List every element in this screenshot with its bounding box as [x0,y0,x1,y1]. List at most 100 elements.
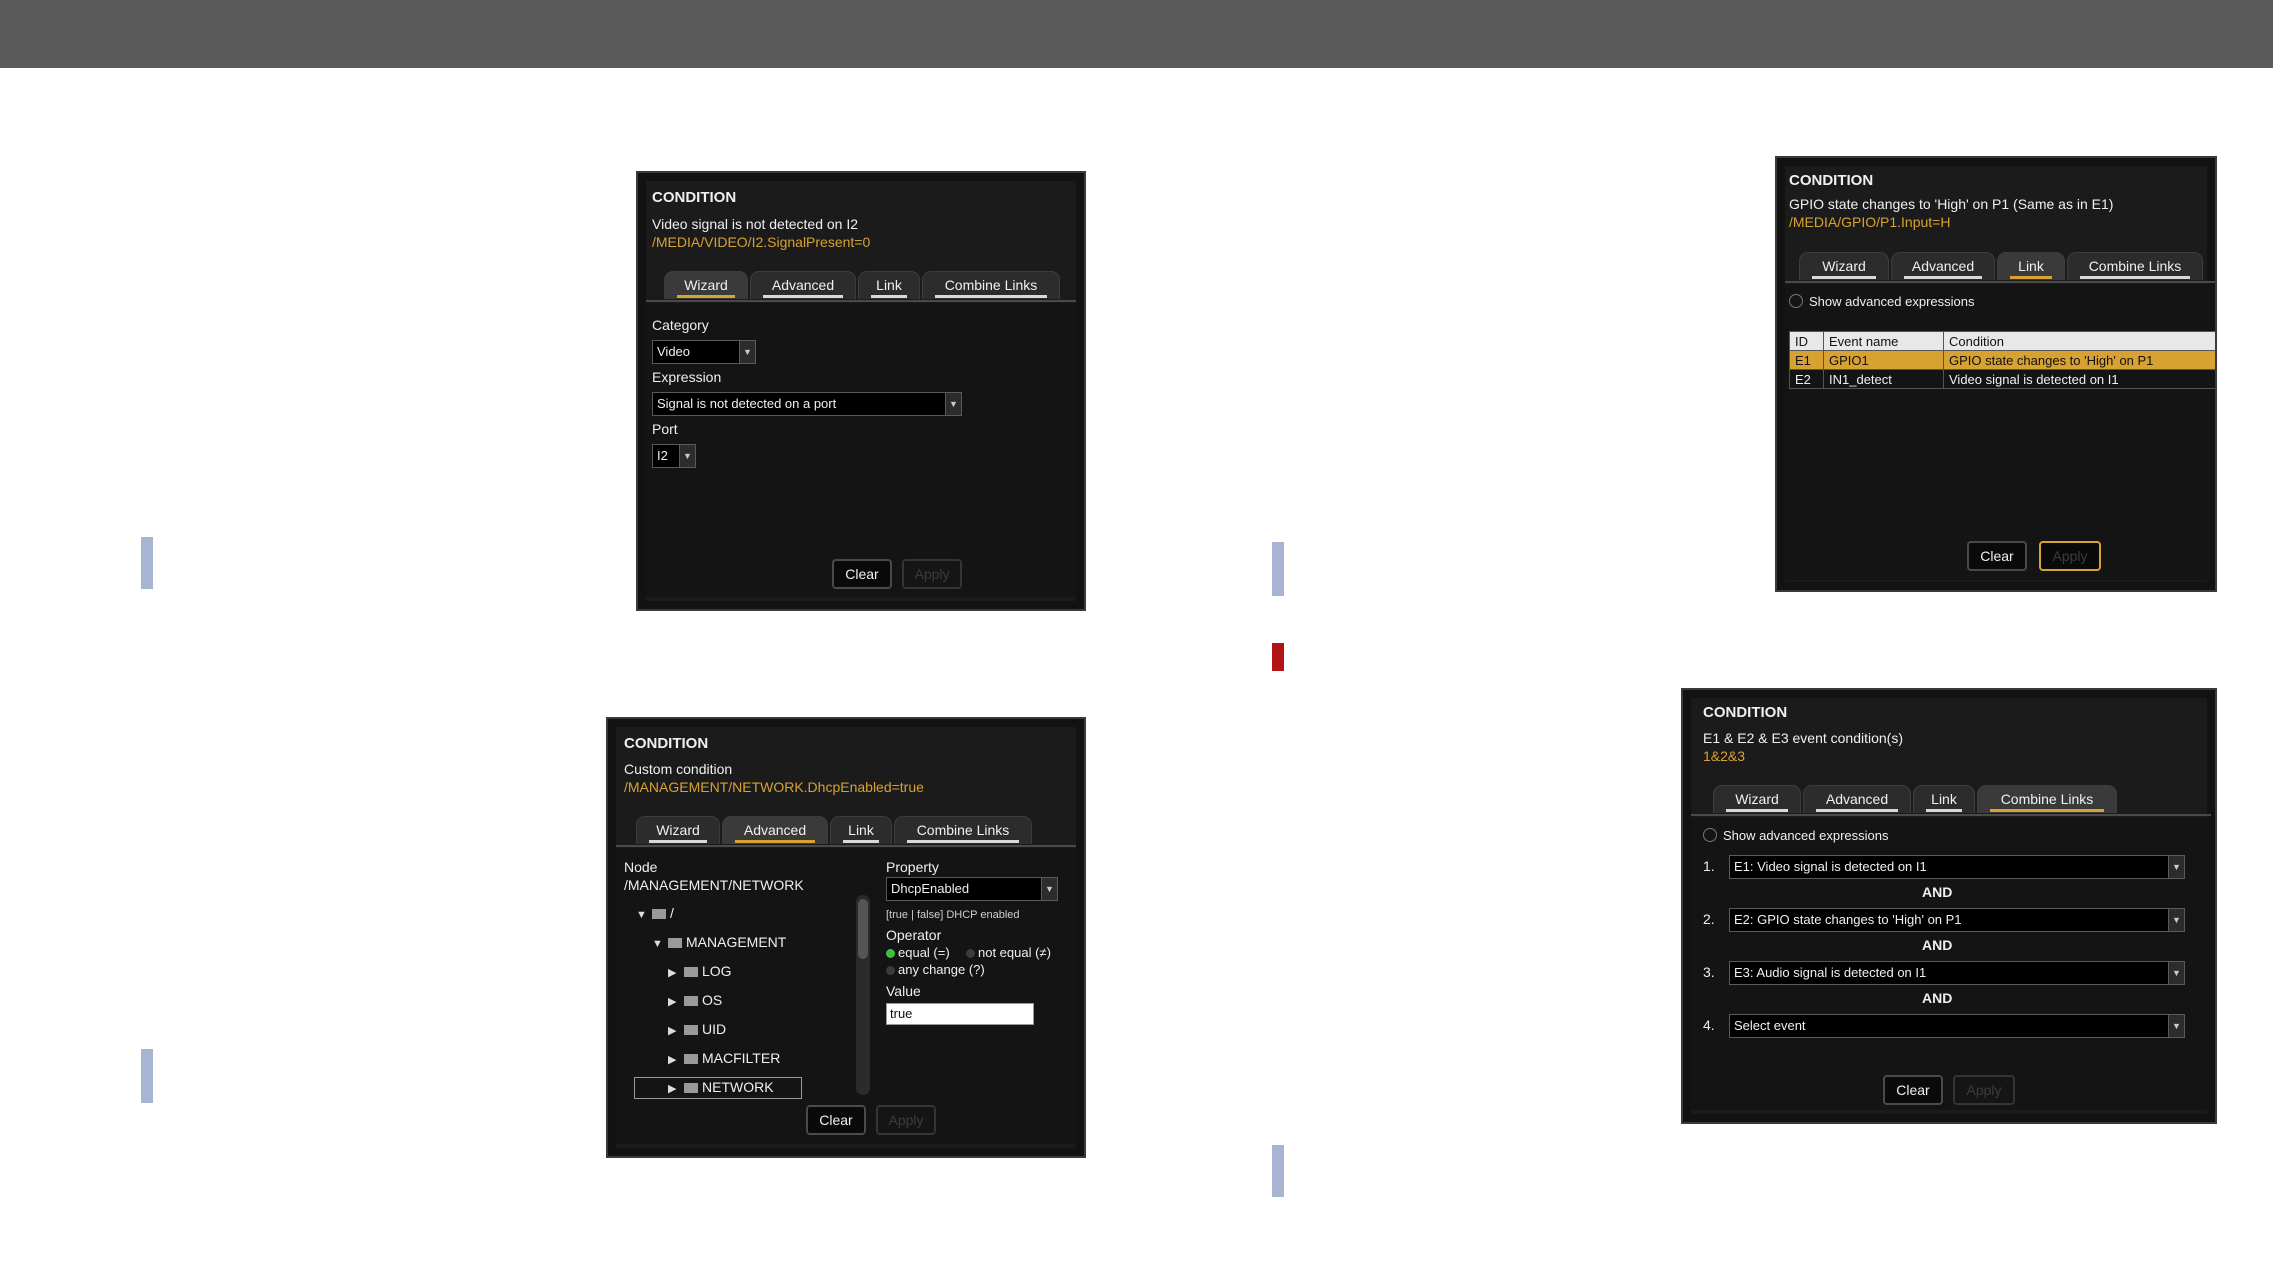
tree-node[interactable]: ▼ MANAGEMENT [652,934,786,950]
collapse-arrow-icon[interactable]: ▶ [668,1082,680,1095]
tab-combine-links[interactable]: Combine Links [894,816,1032,844]
checkbox-icon [1703,828,1717,842]
table-cell: E1 [1789,350,1824,370]
chevron-down-icon: ▼ [1041,878,1057,900]
and-operator: AND [1922,937,1953,953]
tab-label: Advanced [1825,791,1889,807]
clear-button[interactable]: Clear [1883,1075,1943,1105]
expand-arrow-icon[interactable]: ▼ [652,938,664,950]
tab-advanced[interactable]: Advanced [1803,785,1911,813]
tab-link[interactable]: Link [1913,785,1975,813]
apply-button[interactable]: Apply [2039,541,2101,571]
show-advanced-checkbox[interactable]: Show advanced expressions [1789,294,1975,309]
tab-underline [763,295,843,298]
event-select[interactable]: E3: Audio signal is detected on I1 ▼ [1729,961,2185,985]
column-header: ID [1789,331,1824,351]
expression-label: Expression [652,369,722,385]
select-value: Video [657,344,691,359]
tree-scrollbar[interactable] [856,895,870,1095]
tab-link[interactable]: Link [858,271,920,299]
tab-label: Combine Links [944,277,1038,293]
checkbox-label: Show advanced expressions [1723,828,1889,843]
tree-node[interactable]: ▶ OS [668,992,722,1008]
collapse-arrow-icon[interactable]: ▶ [668,995,680,1008]
chevron-down-icon: ▼ [2168,909,2184,931]
clear-button[interactable]: Clear [806,1105,866,1135]
tree-node[interactable]: ▶ NETWORK [668,1079,774,1095]
tab-underline [677,295,735,298]
apply-button[interactable]: Apply [1953,1075,2015,1105]
tab-advanced[interactable]: Advanced [722,816,828,844]
tree-node[interactable]: ▶ LOG [668,963,732,979]
value-input[interactable]: true [886,1003,1034,1025]
tab-label: Combine Links [2088,258,2182,274]
port-select[interactable]: I2 ▼ [652,444,696,468]
panel-title: CONDITION [1703,704,1788,721]
tree-node-label: MANAGEMENT [686,934,787,950]
tab-wizard[interactable]: Wizard [1713,785,1801,813]
checkbox-label: Show advanced expressions [1809,294,1975,309]
table-row[interactable]: E2 IN1_detect Video signal is detected on … [1789,369,2215,389]
condition-panel-combine-links: CONDITION E1 & E2 & E3 event condition(s… [1681,688,2217,1124]
collapse-arrow-icon[interactable]: ▶ [668,966,680,979]
tab-wizard[interactable]: Wizard [636,816,720,844]
tab-label: Advanced [771,277,835,293]
tree-node[interactable]: ▼ / [636,905,674,921]
tab-underline [2080,276,2190,279]
tab-wizard[interactable]: Wizard [664,271,748,299]
tab-combine-links[interactable]: Combine Links [922,271,1060,299]
apply-button[interactable]: Apply [876,1105,936,1135]
tab-underline [1904,276,1982,279]
tab-underline [1926,809,1962,812]
expand-arrow-icon[interactable]: ▼ [636,909,648,921]
operator-any-change-radio[interactable]: any change (?) [886,962,985,977]
event-select[interactable]: E2: GPIO state changes to 'High' on P1 ▼ [1729,908,2185,932]
tab-wizard[interactable]: Wizard [1799,252,1889,280]
tab-advanced[interactable]: Advanced [1891,252,1995,280]
operator-equal-radio[interactable]: equal (=) [886,945,950,960]
note-marker [1272,1145,1284,1197]
tab-label: Link [2018,258,2044,274]
tab-label: Link [1931,791,1957,807]
tree-node-label: OS [702,992,723,1008]
event-select[interactable]: Select event ▼ [1729,1014,2185,1038]
tree-node[interactable]: ▶ MACFILTER [668,1050,780,1066]
table-cell: Video signal is detected on I1 [1943,369,2215,389]
radio-icon [966,949,975,959]
tab-label: Wizard [1735,791,1779,807]
condition-path: /MANAGEMENT/NETWORK.DhcpEnabled=true [624,779,924,795]
property-select[interactable]: DhcpEnabled ▼ [886,877,1058,901]
table-row[interactable]: E1 GPIO1 GPIO state changes to 'High' on P… [1789,350,2215,370]
category-select[interactable]: Video ▼ [652,340,756,364]
tree-node[interactable]: ▶ UID [668,1021,726,1037]
collapse-arrow-icon[interactable]: ▶ [668,1053,680,1066]
folder-icon [668,938,682,949]
scrollbar-thumb[interactable] [858,899,868,959]
clear-button[interactable]: Clear [832,559,892,589]
operator-not-equal-radio[interactable]: not equal (≠) [966,945,1051,960]
tab-link[interactable]: Link [830,816,892,844]
note-marker [1272,542,1284,596]
condition-description: E1 & E2 & E3 event condition(s) [1703,730,1903,746]
table-cell: GPIO state changes to 'High' on P1 [1943,350,2215,370]
tab-bar: Wizard Advanced Link Combine Links [1799,252,2209,282]
property-label: Property [886,859,939,875]
chevron-down-icon: ▼ [679,445,695,467]
apply-button[interactable]: Apply [902,559,962,589]
tab-underline [649,840,707,843]
condition-description: Custom condition [624,761,733,777]
tab-combine-links[interactable]: Combine Links [2067,252,2203,280]
tab-link[interactable]: Link [1997,252,2065,280]
tree-node-label: MACFILTER [702,1050,781,1066]
show-advanced-checkbox[interactable]: Show advanced expressions [1703,828,1889,843]
expression-select[interactable]: Signal is not detected on a port ▼ [652,392,962,416]
event-select[interactable]: E1: Video signal is detected on I1 ▼ [1729,855,2185,879]
collapse-arrow-icon[interactable]: ▶ [668,1024,680,1037]
tab-label: Wizard [656,822,700,838]
tab-bar: Wizard Advanced Link Combine Links [1713,785,2133,815]
tab-combine-links[interactable]: Combine Links [1977,785,2117,813]
tab-label: Link [876,277,902,293]
tab-advanced[interactable]: Advanced [750,271,856,299]
column-header: Condition [1943,331,2215,351]
clear-button[interactable]: Clear [1967,541,2027,571]
